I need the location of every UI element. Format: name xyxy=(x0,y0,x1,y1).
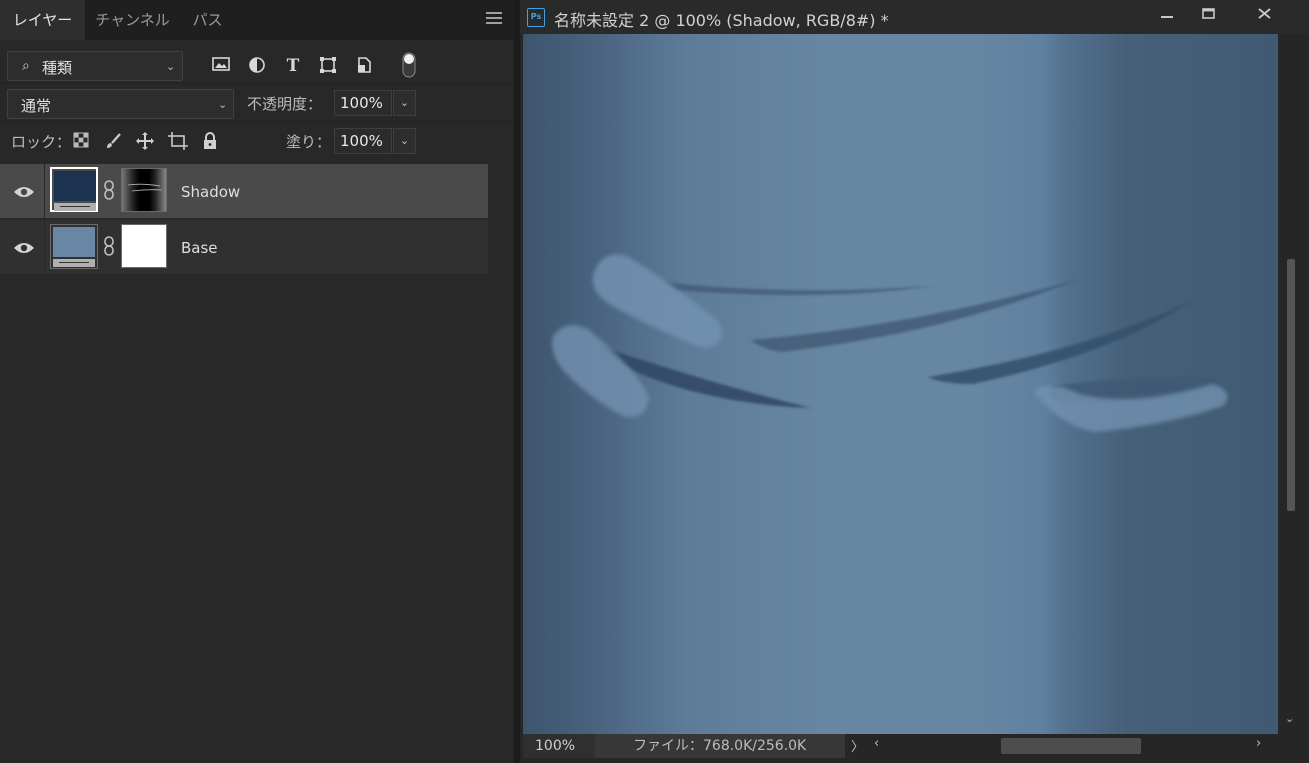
tab-channels[interactable]: チャンネル xyxy=(85,0,180,40)
document-title: 名称未設定 2 @ 100% (Shadow, RGB/8#) * xyxy=(554,11,889,30)
search-icon: ⌕ xyxy=(22,58,30,74)
lock-all-icon[interactable] xyxy=(201,132,219,150)
layer-separator xyxy=(44,164,45,218)
layer-mask-thumbnail[interactable] xyxy=(121,168,167,212)
lock-artboard-icon[interactable] xyxy=(168,132,188,150)
adjustment-filter-icon[interactable] xyxy=(247,56,267,74)
chain-link-icon[interactable] xyxy=(102,180,116,200)
scroll-down-arrow-icon[interactable]: ⌄ xyxy=(1285,712,1294,725)
fill-layer-bar xyxy=(54,203,96,211)
panel-tabs: レイヤー チャンネル パス xyxy=(0,0,514,40)
opacity-field[interactable]: 100% xyxy=(334,90,392,116)
shape-filter-icon[interactable] xyxy=(318,56,338,74)
maximize-icon[interactable] xyxy=(1193,4,1223,26)
chain-link-icon[interactable] xyxy=(102,236,116,256)
layer-mask-thumbnail[interactable] xyxy=(121,224,167,268)
horizontal-scroll-thumb[interactable] xyxy=(1001,738,1141,754)
fill-field[interactable]: 100% xyxy=(334,128,392,154)
document-canvas[interactable] xyxy=(523,34,1278,734)
tab-paths[interactable]: パス xyxy=(180,0,235,40)
image-filter-icon[interactable] xyxy=(211,56,231,74)
vertical-scroll-thumb[interactable] xyxy=(1287,259,1295,511)
fill-layer-bar xyxy=(53,259,95,267)
scroll-left-arrow-icon[interactable]: ‹ xyxy=(874,736,879,751)
status-menu-arrow-icon[interactable]: 〉 xyxy=(851,736,864,755)
layer-row-shadow[interactable]: Shadow xyxy=(0,164,488,218)
highlight-stroke xyxy=(592,254,722,348)
layer-thumbnail[interactable] xyxy=(50,167,98,212)
lock-transparent-icon[interactable] xyxy=(72,132,90,150)
minimize-icon[interactable] xyxy=(1152,4,1182,26)
canvas-artwork xyxy=(552,254,1228,432)
filter-toggle-icon[interactable] xyxy=(400,52,418,78)
blend-mode-label: 通常 xyxy=(21,97,52,115)
highlight-stroke xyxy=(552,325,649,418)
lock-position-icon[interactable] xyxy=(136,132,154,150)
layer-row-base[interactable]: Base xyxy=(0,220,488,274)
visibility-eye-icon[interactable] xyxy=(13,185,35,199)
vertical-scrollbar[interactable]: ⌄ xyxy=(1282,34,1300,734)
lock-label: ロック： xyxy=(11,133,72,151)
zoom-field[interactable]: 100% xyxy=(523,734,595,758)
layers-panel: レイヤー チャンネル パス ⌕ 種類 ⌄ T 通常 ⌄ 不透明度： 100% ⌄… xyxy=(0,0,514,763)
horizontal-scrollbar[interactable]: ‹ › xyxy=(869,734,1289,758)
chevron-down-icon: ⌄ xyxy=(218,98,228,111)
layer-separator xyxy=(44,220,45,274)
layer-name[interactable]: Shadow xyxy=(181,183,240,201)
visibility-eye-icon[interactable] xyxy=(13,241,35,255)
status-bar: 100% ファイル：768.0K/256.0K 〉 ‹ › xyxy=(523,734,1309,758)
layer-color-swatch xyxy=(53,227,95,257)
file-info[interactable]: ファイル：768.0K/256.0K xyxy=(595,734,845,758)
shadow-stroke xyxy=(751,279,1079,352)
blend-mode-select[interactable]: 通常 ⌄ xyxy=(7,89,234,119)
fill-dropdown-button[interactable]: ⌄ xyxy=(393,128,416,154)
close-icon[interactable] xyxy=(1249,4,1279,26)
scroll-right-arrow-icon[interactable]: › xyxy=(1256,736,1261,751)
layer-filter-select[interactable]: ⌕ 種類 ⌄ xyxy=(7,51,183,81)
document-window: Ps 名称未設定 2 @ 100% (Shadow, RGB/8#) * ⌄ 1… xyxy=(520,0,1309,763)
document-titlebar[interactable]: Ps 名称未設定 2 @ 100% (Shadow, RGB/8#) * xyxy=(520,0,1309,34)
layer-name[interactable]: Base xyxy=(181,239,218,257)
panel-menu-icon[interactable] xyxy=(486,12,502,26)
filter-label: 種類 xyxy=(42,59,73,77)
layer-color-swatch xyxy=(54,171,96,201)
lock-paint-icon[interactable] xyxy=(104,132,122,150)
smart-object-filter-icon[interactable] xyxy=(354,56,374,74)
chevron-down-icon: ⌄ xyxy=(166,60,176,73)
opacity-label: 不透明度： xyxy=(247,95,323,113)
shadow-stroke xyxy=(663,282,933,296)
photoshop-app-icon: Ps xyxy=(527,8,545,27)
layer-thumbnail[interactable] xyxy=(50,224,98,269)
fill-label: 塗り： xyxy=(286,133,332,151)
type-filter-icon[interactable]: T xyxy=(283,56,303,76)
tab-layers[interactable]: レイヤー xyxy=(0,0,85,40)
opacity-dropdown-button[interactable]: ⌄ xyxy=(393,90,416,116)
